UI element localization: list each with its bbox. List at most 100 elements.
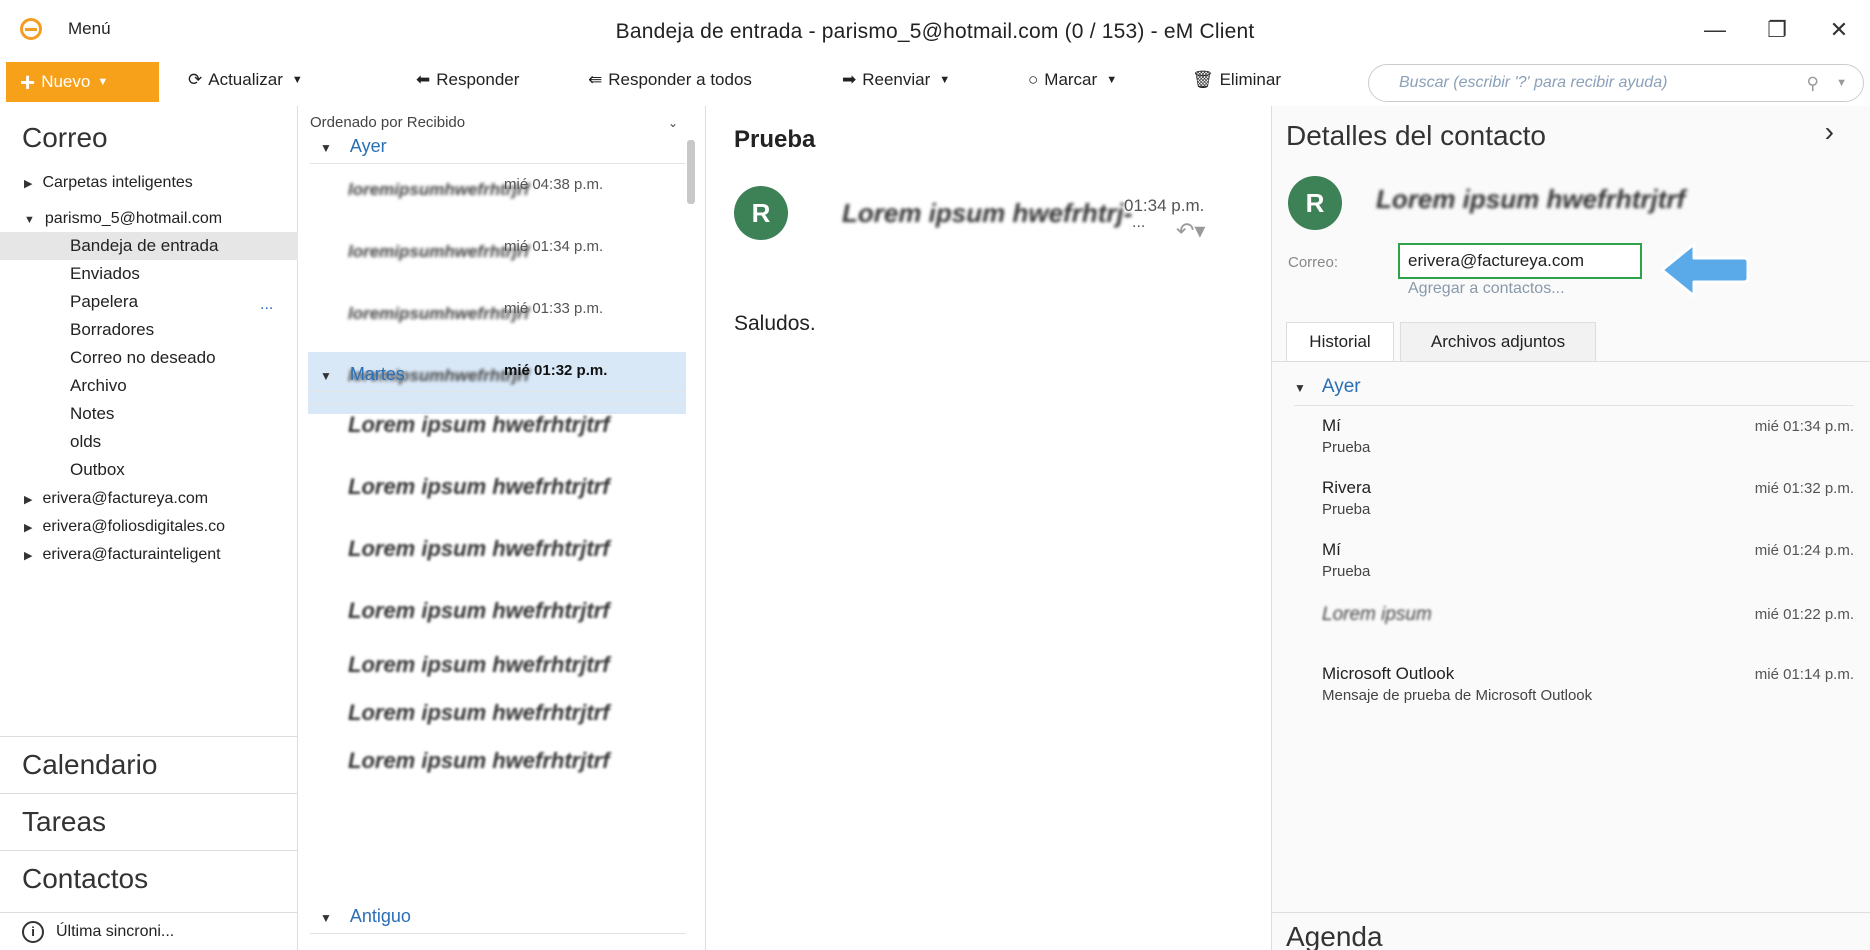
refresh-label: Actualizar	[208, 70, 283, 89]
chevron-down-icon[interactable]: ▼	[1836, 77, 1847, 89]
history-time: mié 01:14 p.m.	[1754, 666, 1854, 683]
message-date: 01:34 p.m.	[1124, 196, 1205, 215]
nav-tasks[interactable]: Tareas	[0, 793, 298, 850]
chevron-down-icon: ▼	[291, 74, 303, 86]
tab-attachments[interactable]: Archivos adjuntos	[1400, 322, 1596, 362]
reply-all-button[interactable]: ⇚ Responder a todos	[588, 70, 752, 90]
message-sender: Lorem ipsum hwefrhtrjtrf	[348, 598, 610, 623]
history-group-yesterday[interactable]: ▼ Ayer	[1294, 376, 1854, 406]
more-icon[interactable]: ...	[1132, 214, 1145, 232]
tree-account-main[interactable]: ▼ parismo_5@hotmail.com	[24, 210, 296, 228]
message-item[interactable]: loremipsumhwefrhtrjrf mié 01:33 p.m.	[308, 290, 686, 352]
collapse-arrow-icon[interactable]: ▼	[24, 214, 35, 226]
history-item[interactable]: Microsoft Outlook Mensaje de prueba de M…	[1322, 664, 1854, 704]
history-item[interactable]: Mí Prueba mié 01:24 p.m.	[1322, 540, 1854, 580]
expand-arrow-icon[interactable]: ▶	[24, 521, 32, 534]
message-item[interactable]: Lorem ipsum hwefrhtrjtrf	[308, 520, 686, 582]
message-from[interactable]: Lorem ipsum hwefrhtrj-	[842, 198, 1132, 229]
avatar: R	[1288, 176, 1342, 230]
history-item[interactable]: Rivera Prueba mié 01:32 p.m.	[1322, 478, 1854, 518]
message-sender: Lorem ipsum hwefrhtrjtrf	[348, 748, 610, 773]
folder-junk[interactable]: Correo no deseado	[70, 348, 216, 368]
folder-trash[interactable]: Papelera	[70, 292, 138, 312]
mail-section-title: Correo	[22, 122, 108, 153]
group-header-martes[interactable]: ▼ Martes	[310, 364, 686, 392]
nav-calendar[interactable]: Calendario	[0, 736, 298, 793]
history-subject: Prueba	[1322, 439, 1371, 456]
close-icon[interactable]: ✕	[1808, 10, 1870, 50]
history-subject: Prueba	[1322, 501, 1371, 518]
window-controls: — ❐ ✕	[1684, 10, 1870, 50]
tab-history[interactable]: Historial	[1286, 322, 1394, 362]
message-item[interactable]: Lorem ipsum hwefrhtrjtrf	[308, 732, 686, 794]
folder-more-icon[interactable]: ...	[260, 296, 273, 314]
message-time: mié 01:33 p.m.	[504, 300, 604, 317]
refresh-button[interactable]: ⟳ Actualizar ▼	[188, 70, 303, 90]
message-item[interactable]: loremipsumhwefrhtrjrf mié 01:34 p.m.	[308, 228, 686, 290]
group-header-yesterday[interactable]: ▼ Ayer	[310, 136, 686, 164]
message-sender: Lorem ipsum hwefrhtrjtrf	[348, 412, 610, 437]
history-item[interactable]: Lorem ipsum mié 01:22 p.m.	[1322, 604, 1854, 626]
message-sender: loremipsumhwefrhtrjrf	[348, 180, 530, 199]
collapse-arrow-icon[interactable]: ▼	[320, 141, 332, 155]
contact-details-pane: Detalles del contacto › R Lorem ipsum hw…	[1272, 106, 1870, 950]
message-body: Saludos.	[734, 312, 816, 335]
mark-button[interactable]: ○ Marcar ▼	[1028, 70, 1117, 90]
reply-icon[interactable]: ↶▾	[1176, 218, 1205, 244]
chevron-down-icon: ▼	[939, 74, 951, 86]
search-icon[interactable]: ⚲	[1807, 74, 1819, 94]
contact-details-title: Detalles del contacto	[1286, 120, 1546, 151]
chevron-down-icon[interactable]: ⌄	[668, 116, 678, 130]
minimize-icon[interactable]: —	[1684, 10, 1746, 50]
history-item[interactable]: Mí Prueba mié 01:34 p.m.	[1322, 416, 1854, 456]
window-title: Bandeja de entrada - parismo_5@hotmail.c…	[615, 20, 1255, 43]
sort-label[interactable]: Ordenado por Recibido	[310, 114, 465, 131]
sync-status[interactable]: i Última sincroni...	[0, 912, 298, 950]
folder-drafts[interactable]: Borradores	[70, 320, 154, 340]
message-sender: loremipsumhwefrhtrjrf	[348, 242, 530, 261]
new-button[interactable]: + Nuevo ▼	[6, 62, 159, 102]
collapse-arrow-icon[interactable]: ▼	[320, 369, 332, 383]
expand-arrow-icon[interactable]: ▶	[24, 549, 32, 562]
folder-inbox[interactable]: Bandeja de entrada	[70, 236, 218, 256]
group-header-older[interactable]: ▼ Antiguo	[310, 906, 686, 934]
folder-notes[interactable]: Notes	[70, 404, 114, 424]
expand-arrow-icon[interactable]: ▶	[24, 493, 32, 506]
message-item[interactable]: Lorem ipsum hwefrhtrjtrf	[308, 396, 686, 458]
reply-all-label: Responder a todos	[608, 70, 752, 89]
folder-outbox[interactable]: Outbox	[70, 460, 125, 480]
folder-olds[interactable]: olds	[70, 432, 101, 452]
history-time: mié 01:24 p.m.	[1754, 542, 1854, 559]
scrollbar[interactable]	[687, 140, 695, 204]
message-item[interactable]: Lorem ipsum hwefrhtrjtrf	[308, 458, 686, 520]
tree-smart-folders[interactable]: ▶ Carpetas inteligentes	[24, 174, 193, 192]
add-to-contacts-link[interactable]: Agregar a contactos...	[1408, 280, 1565, 298]
reply-button[interactable]: ⬅ Responder	[416, 70, 519, 90]
folder-sent[interactable]: Enviados	[70, 264, 140, 284]
message-list: Ordenado por Recibido ⌄ ▼ Ayer loremipsum…	[298, 106, 706, 950]
mark-label: Marcar	[1044, 70, 1098, 89]
nav-contacts[interactable]: Contactos	[0, 850, 298, 907]
tree-account-foliosdigitales[interactable]: ▶ erivera@foliosdigitales.co	[24, 518, 296, 536]
collapse-arrow-icon[interactable]: ▼	[1294, 381, 1306, 395]
tree-account-factureya[interactable]: ▶ erivera@factureya.com	[24, 490, 296, 508]
search-input[interactable]: Buscar (escribir '?' para recibir ayuda)…	[1368, 64, 1864, 102]
message-item[interactable]: loremipsumhwefrhtrjrf mié 04:38 p.m.	[308, 166, 686, 228]
folder-archive[interactable]: Archivo	[70, 376, 127, 396]
chevron-right-icon[interactable]: ›	[1825, 116, 1834, 148]
contact-email[interactable]: erivera@factureya.com	[1398, 243, 1642, 279]
tab-divider	[1272, 361, 1870, 362]
plus-icon: +	[20, 67, 36, 97]
sync-label: Última sincroni...	[56, 922, 175, 940]
restore-icon[interactable]: ❐	[1746, 10, 1808, 50]
forward-button[interactable]: ➡ Reenviar ▼	[842, 70, 950, 90]
info-icon: i	[22, 920, 44, 943]
chevron-down-icon: ▼	[97, 76, 109, 88]
trash-icon: 🗑	[1192, 70, 1214, 89]
collapse-arrow-icon[interactable]: ▼	[320, 911, 332, 925]
expand-arrow-icon[interactable]: ▶	[24, 177, 32, 190]
agenda-section[interactable]: Agenda	[1272, 912, 1870, 950]
tree-account-facturainteligente[interactable]: ▶ erivera@facturainteligent	[24, 546, 296, 564]
message-item[interactable]: Lorem ipsum hwefrhtrjtrf	[308, 582, 686, 644]
delete-button[interactable]: 🗑 Eliminar	[1192, 70, 1281, 90]
